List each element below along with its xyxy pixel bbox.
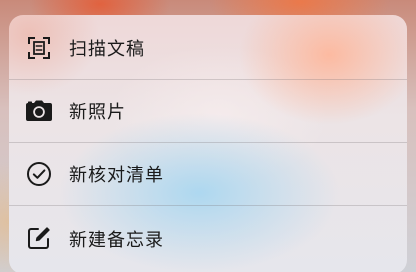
compose-icon — [24, 223, 54, 253]
menu-item-new-note[interactable]: 新建备忘录 — [9, 206, 407, 272]
menu-item-label: 新照片 — [69, 102, 126, 123]
menu-item-label: 新核对清单 — [69, 165, 164, 186]
menu-item-new-checklist[interactable]: 新核对清单 — [9, 143, 407, 205]
scan-document-icon — [24, 33, 54, 63]
camera-icon — [24, 96, 54, 126]
menu-item-scan-document[interactable]: 扫描文稿 — [9, 17, 407, 79]
quick-actions-menu: 扫描文稿 新照片 新核对清单 新建备忘录 — [9, 15, 407, 272]
menu-item-label: 扫描文稿 — [69, 39, 145, 60]
checkmark-circle-icon — [24, 159, 54, 189]
home-screen-background: { "menu": { "items": [ { "label": "扫描文稿"… — [0, 0, 416, 272]
menu-item-new-photo[interactable]: 新照片 — [9, 80, 407, 142]
menu-item-label: 新建备忘录 — [69, 230, 164, 251]
